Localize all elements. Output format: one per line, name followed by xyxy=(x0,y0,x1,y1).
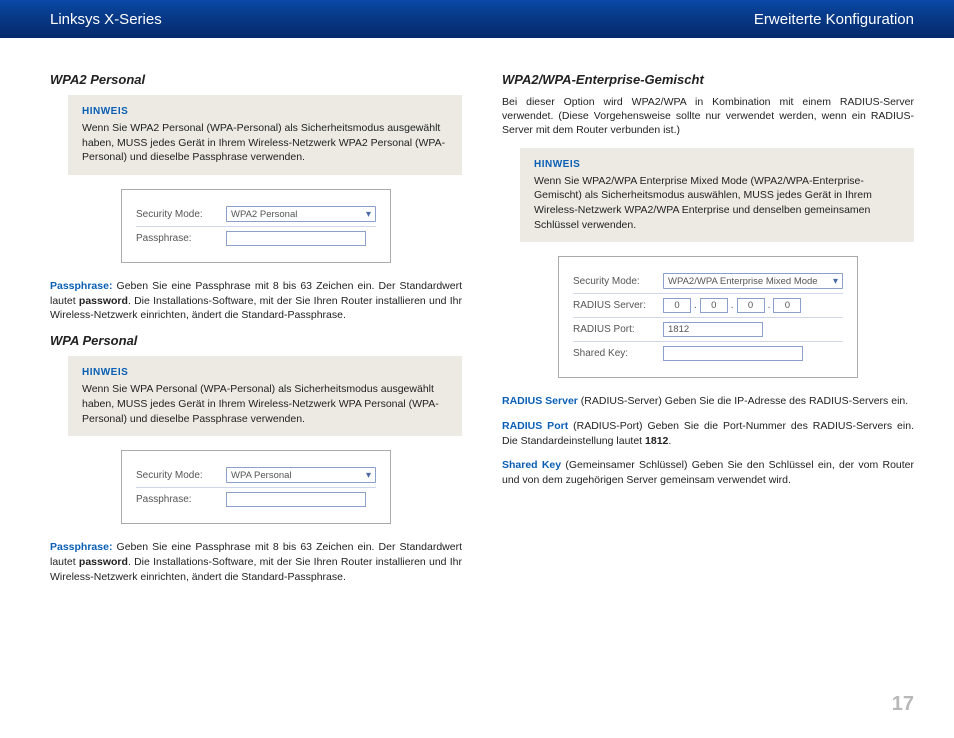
field-label: Security Mode: xyxy=(573,276,663,287)
radius-server-ip: 0. 0. 0. 0 xyxy=(663,298,801,313)
header-bar: Linksys X-Series Erweiterte Konfiguratio… xyxy=(0,0,954,38)
section-wpa-personal: WPA Personal xyxy=(50,333,462,348)
section-enterprise-mixed: WPA2/WPA-Enterprise-Gemischt xyxy=(502,72,914,87)
body-paragraph: RADIUS Server (RADIUS-Server) Geben Sie … xyxy=(502,394,914,409)
body-paragraph: Passphrase: Geben Sie eine Passphrase mi… xyxy=(50,540,462,584)
select-value: WPA Personal xyxy=(231,470,292,481)
ip-octet-input[interactable]: 0 xyxy=(773,298,801,313)
security-mode-select[interactable]: WPA Personal ▾ xyxy=(226,467,376,483)
page-number: 17 xyxy=(892,693,914,716)
note-box: HINWEIS Wenn Sie WPA2 Personal (WPA-Pers… xyxy=(68,95,462,175)
note-box: HINWEIS Wenn Sie WPA Personal (WPA-Perso… xyxy=(68,356,462,436)
screenshot-enterprise-mixed: Security Mode: WPA2/WPA Enterprise Mixed… xyxy=(558,256,858,378)
chevron-down-icon: ▾ xyxy=(833,276,838,287)
security-mode-select[interactable]: WPA2/WPA Enterprise Mixed Mode ▾ xyxy=(663,273,843,289)
key-term: Passphrase: xyxy=(50,541,112,553)
body-paragraph: RADIUS Port (RADIUS-Port) Geben Sie die … xyxy=(502,419,914,448)
field-label: Passphrase: xyxy=(136,233,226,244)
left-column: WPA2 Personal HINWEIS Wenn Sie WPA2 Pers… xyxy=(50,68,462,594)
note-body: Wenn Sie WPA2 Personal (WPA-Personal) al… xyxy=(82,121,448,165)
intro-paragraph: Bei dieser Option wird WPA2/WPA in Kombi… xyxy=(502,95,914,138)
right-column: WPA2/WPA-Enterprise-Gemischt Bei dieser … xyxy=(502,68,914,594)
ip-octet-input[interactable]: 0 xyxy=(663,298,691,313)
field-label: RADIUS Server: xyxy=(573,300,663,311)
note-title: HINWEIS xyxy=(82,105,448,119)
screenshot-wpa2-personal: Security Mode: WPA2 Personal ▾ Passphras… xyxy=(121,189,391,263)
field-label: RADIUS Port: xyxy=(573,324,663,335)
field-label: Passphrase: xyxy=(136,494,226,505)
select-value: WPA2 Personal xyxy=(231,209,297,220)
passphrase-input[interactable] xyxy=(226,231,366,246)
header-left: Linksys X-Series xyxy=(50,11,162,28)
key-term: RADIUS Port xyxy=(502,420,568,432)
note-title: HINWEIS xyxy=(82,366,448,380)
security-mode-select[interactable]: WPA2 Personal ▾ xyxy=(226,206,376,222)
chevron-down-icon: ▾ xyxy=(366,470,371,481)
field-label: Security Mode: xyxy=(136,470,226,481)
note-box: HINWEIS Wenn Sie WPA2/WPA Enterprise Mix… xyxy=(520,148,914,243)
key-term: Shared Key xyxy=(502,459,561,471)
note-title: HINWEIS xyxy=(534,158,900,172)
header-right: Erweiterte Konfiguration xyxy=(754,11,914,28)
note-body: Wenn Sie WPA2/WPA Enterprise Mixed Mode … xyxy=(534,174,900,233)
body-paragraph: Passphrase: Geben Sie eine Passphrase mi… xyxy=(50,279,462,323)
key-term: RADIUS Server xyxy=(502,395,578,407)
ip-octet-input[interactable]: 0 xyxy=(737,298,765,313)
select-value: WPA2/WPA Enterprise Mixed Mode xyxy=(668,276,818,287)
passphrase-input[interactable] xyxy=(226,492,366,507)
field-label: Shared Key: xyxy=(573,348,663,359)
radius-port-input[interactable]: 1812 xyxy=(663,322,763,337)
body-paragraph: Shared Key (Gemeinsamer Schlüssel) Geben… xyxy=(502,458,914,487)
screenshot-wpa-personal: Security Mode: WPA Personal ▾ Passphrase… xyxy=(121,450,391,524)
chevron-down-icon: ▾ xyxy=(366,209,371,220)
key-term: Passphrase: xyxy=(50,280,112,292)
section-wpa2-personal: WPA2 Personal xyxy=(50,72,462,87)
shared-key-input[interactable] xyxy=(663,346,803,361)
ip-octet-input[interactable]: 0 xyxy=(700,298,728,313)
field-label: Security Mode: xyxy=(136,209,226,220)
note-body: Wenn Sie WPA Personal (WPA-Personal) als… xyxy=(82,382,448,426)
